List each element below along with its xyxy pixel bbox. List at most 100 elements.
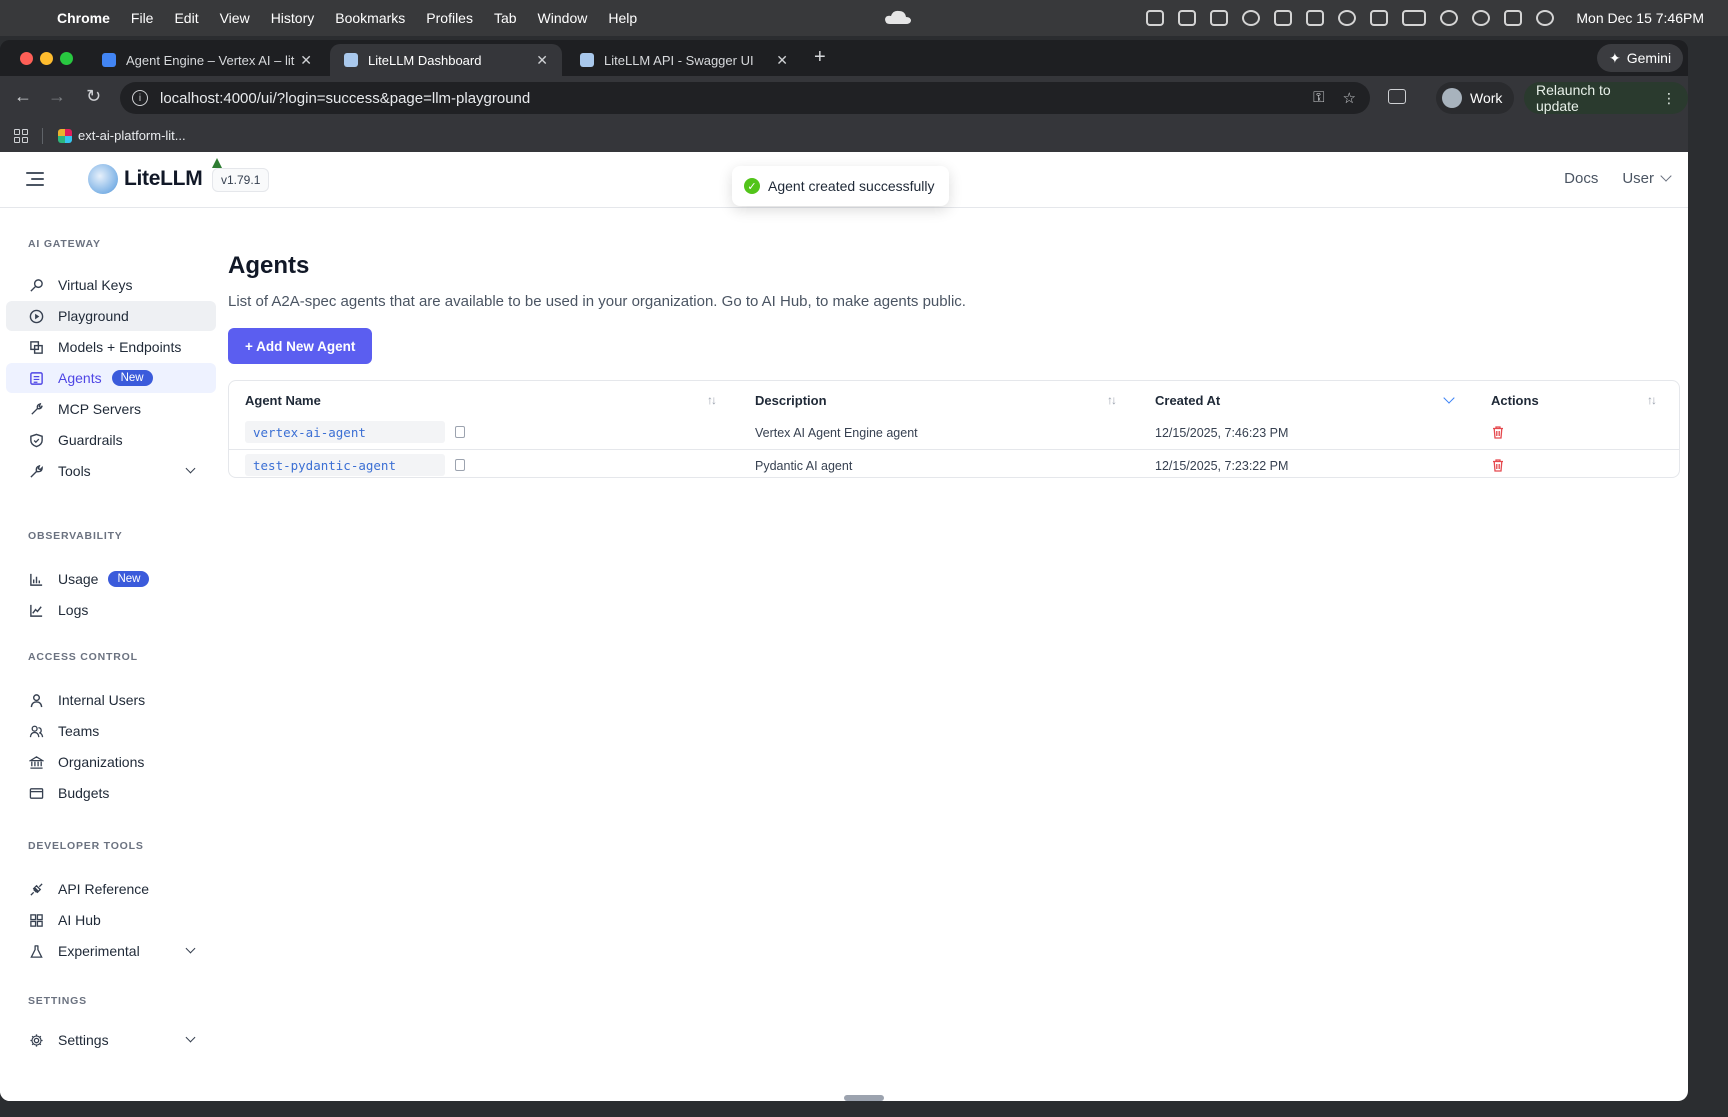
key-icon: [28, 277, 44, 293]
version-badge: v1.79.1: [212, 168, 270, 192]
menu-chrome[interactable]: Chrome: [57, 10, 110, 26]
bookmarks-bar: ext-ai-platform-lit...: [0, 120, 1688, 152]
brightness-icon[interactable]: [1370, 10, 1389, 26]
sidebar-item-settings[interactable]: Settings: [6, 1025, 216, 1055]
control-center-icon[interactable]: [1504, 10, 1523, 26]
horizontal-scrollbar[interactable]: [844, 1095, 884, 1101]
close-window-button[interactable]: [20, 52, 33, 65]
package-icon[interactable]: [1146, 10, 1165, 26]
close-tab-icon[interactable]: ✕: [300, 52, 312, 69]
search-icon[interactable]: [1472, 10, 1491, 26]
avatar: [1442, 88, 1462, 108]
tab-swagger-ui[interactable]: LiteLLM API - Swagger UI ✕: [566, 44, 802, 76]
new-tab-icon[interactable]: +: [814, 46, 826, 69]
sort-icon[interactable]: ↑↓: [1107, 393, 1117, 407]
profile-button[interactable]: Work: [1436, 82, 1515, 114]
sidebar-item-models-endpoints[interactable]: Models + Endpoints: [6, 332, 216, 362]
close-tab-icon[interactable]: ✕: [776, 52, 788, 69]
sort-icon[interactable]: ↑↓: [707, 393, 717, 407]
sidebar-item-tools[interactable]: Tools: [6, 456, 216, 486]
bookmark-star-icon[interactable]: ☆: [1343, 89, 1356, 107]
column-header-created-at[interactable]: Created At: [1155, 393, 1220, 408]
menu-file[interactable]: File: [131, 10, 154, 26]
sidebar-item-internal-users[interactable]: Internal Users: [6, 685, 216, 715]
side-panel-icon[interactable]: [1388, 89, 1406, 104]
clock[interactable]: Mon Dec 15 7:46PM: [1576, 10, 1704, 26]
cloud-icon[interactable]: [884, 9, 912, 25]
relaunch-button[interactable]: Relaunch to update ⋮: [1524, 82, 1688, 114]
docs-link[interactable]: Docs: [1564, 170, 1598, 187]
sidebar-item-virtual-keys[interactable]: Virtual Keys: [6, 270, 216, 300]
menu-help[interactable]: Help: [608, 10, 637, 26]
sidebar-item-teams[interactable]: Teams: [6, 716, 216, 746]
stats-icon[interactable]: [1210, 10, 1229, 26]
collapse-sidebar-icon[interactable]: [26, 172, 44, 186]
notion-icon[interactable]: [1306, 10, 1325, 26]
agent-name-cell[interactable]: test-pydantic-agent: [245, 454, 445, 476]
more-vert-icon[interactable]: ⋮: [1662, 90, 1676, 107]
password-key-icon[interactable]: ⚿: [1313, 89, 1324, 107]
agent-name-cell[interactable]: vertex-ai-agent: [245, 421, 445, 443]
sidebar-item-organizations[interactable]: Organizations: [6, 747, 216, 777]
siri-icon[interactable]: [1536, 10, 1555, 26]
pen-icon[interactable]: [1274, 10, 1293, 26]
menu-window[interactable]: Window: [538, 10, 588, 26]
teams-icon[interactable]: [1178, 10, 1197, 26]
sidebar-item-agents[interactable]: Agents New: [6, 363, 216, 393]
sidebar-item-guardrails[interactable]: Guardrails: [6, 425, 216, 455]
reload-icon[interactable]: ↻: [86, 86, 101, 107]
address-bar[interactable]: i localhost:4000/ui/?login=success&page=…: [120, 82, 1370, 114]
bookmark-ext-ai-platform[interactable]: ext-ai-platform-lit...: [58, 128, 186, 143]
tab-litellm-dashboard[interactable]: LiteLLM Dashboard ✕: [330, 44, 562, 76]
column-header-agent-name[interactable]: Agent Name: [245, 393, 321, 408]
zoom-window-button[interactable]: [60, 52, 73, 65]
site-info-icon[interactable]: i: [132, 90, 148, 106]
delete-trash-icon[interactable]: [1491, 458, 1505, 472]
bank-icon: [28, 754, 44, 770]
apps-grid-icon[interactable]: [14, 129, 28, 143]
sort-icon[interactable]: ↑↓: [1647, 393, 1657, 407]
sort-desc-chevron-icon[interactable]: [1443, 392, 1455, 404]
wifi-icon[interactable]: [1440, 10, 1459, 26]
menu-history[interactable]: History: [271, 10, 315, 26]
settings-tray-icon[interactable]: [1242, 10, 1261, 26]
column-header-description[interactable]: Description: [755, 393, 827, 408]
tab-agent-engine[interactable]: Agent Engine – Vertex AI – lit ✕: [88, 44, 326, 76]
menu-tab[interactable]: Tab: [494, 10, 517, 26]
copy-icon[interactable]: [455, 426, 465, 438]
battery-icon[interactable]: [1402, 10, 1427, 26]
back-arrow-icon[interactable]: ←: [14, 86, 32, 107]
sidebar-item-mcp-servers[interactable]: MCP Servers: [6, 394, 216, 424]
close-tab-icon[interactable]: ✕: [536, 52, 548, 69]
minimize-window-button[interactable]: [40, 52, 53, 65]
url-text[interactable]: localhost:4000/ui/?login=success&page=ll…: [160, 90, 530, 107]
user-menu[interactable]: User: [1622, 170, 1672, 187]
description-cell: Pydantic AI agent: [755, 459, 853, 473]
forward-arrow-icon[interactable]: →: [48, 86, 66, 107]
litellm-logo[interactable]: LiteLLM: [88, 164, 203, 194]
section-title-ai-gateway: AI GATEWAY: [28, 238, 101, 250]
menu-profiles[interactable]: Profiles: [426, 10, 473, 26]
sidebar-item-experimental[interactable]: Experimental: [6, 936, 216, 966]
gemini-button[interactable]: ✦ Gemini: [1597, 44, 1684, 72]
sidebar-item-budgets[interactable]: Budgets: [6, 778, 216, 808]
chevron-down-icon: [185, 943, 196, 954]
user-icon: [28, 692, 44, 708]
play-tray-icon[interactable]: [1338, 10, 1357, 26]
menu-view[interactable]: View: [220, 10, 250, 26]
sidebar-item-usage[interactable]: Usage New: [6, 564, 216, 594]
delete-trash-icon[interactable]: [1491, 425, 1505, 439]
column-header-actions[interactable]: Actions: [1491, 393, 1539, 408]
copy-icon[interactable]: [455, 459, 465, 471]
sidebar-item-playground[interactable]: Playground: [6, 301, 216, 331]
sidebar-item-api-reference[interactable]: API Reference: [6, 874, 216, 904]
sidebar-item-ai-hub[interactable]: AI Hub: [6, 905, 216, 935]
table-row: vertex-ai-agent Vertex AI Agent Engine a…: [229, 417, 1679, 449]
gear-icon: [28, 1032, 44, 1048]
menu-edit[interactable]: Edit: [174, 10, 198, 26]
menu-bookmarks[interactable]: Bookmarks: [335, 10, 405, 26]
add-new-agent-button[interactable]: + Add New Agent: [228, 328, 373, 364]
wrench-icon: [28, 463, 44, 479]
sidebar-item-logs[interactable]: Logs: [6, 595, 216, 625]
grid-icon: [28, 912, 44, 928]
